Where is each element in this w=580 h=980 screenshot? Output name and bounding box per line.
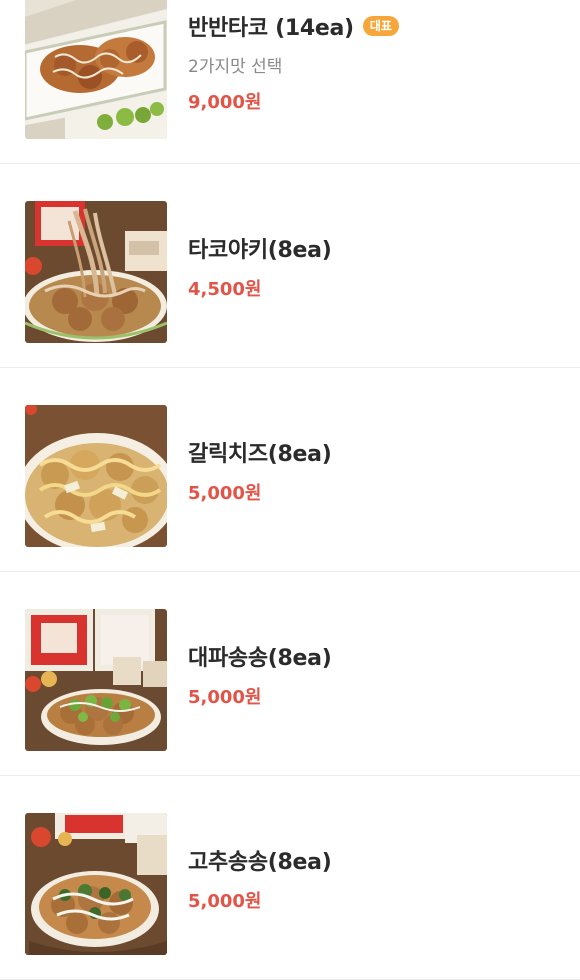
menu-list: 반반타코 (14ea) 대표 2가지맛 선택 9,000원 타코야키(8ea) …	[0, 0, 580, 980]
menu-item-info: 대파송송(8ea) 5,000원	[188, 572, 560, 776]
signature-badge: 대표	[362, 16, 399, 36]
menu-item-name-row: 반반타코 (14ea) 대표	[188, 10, 560, 42]
menu-item-name-row: 갈릭치즈(8ea)	[188, 436, 560, 468]
menu-item-price: 4,500원	[188, 278, 262, 300]
menu-item-name-row: 고추송송(8ea)	[188, 844, 560, 876]
menu-item-bantaco[interactable]: 반반타코 (14ea) 대표 2가지맛 선택 9,000원	[0, 0, 580, 164]
menu-item-info: 반반타코 (14ea) 대표 2가지맛 선택 9,000원	[188, 0, 560, 164]
menu-item-chili[interactable]: 고추송송(8ea) 5,000원	[0, 776, 580, 980]
menu-item-takoyaki[interactable]: 타코야키(8ea) 4,500원	[0, 164, 580, 368]
menu-item-info: 갈릭치즈(8ea) 5,000원	[188, 368, 560, 572]
green-onion-takoyaki-photo	[25, 609, 167, 751]
menu-item-name: 반반타코 (14ea)	[188, 16, 354, 41]
chili-takoyaki-photo	[25, 813, 167, 955]
menu-item-name-row: 대파송송(8ea)	[188, 640, 560, 672]
menu-item-price: 5,000원	[188, 482, 262, 504]
menu-item-info: 고추송송(8ea) 5,000원	[188, 776, 560, 980]
menu-item-price: 5,000원	[188, 686, 262, 708]
takoyaki-half-and-half-photo	[25, 0, 167, 139]
menu-item-name-row: 타코야키(8ea)	[188, 232, 560, 264]
menu-item-name: 대파송송(8ea)	[188, 645, 332, 671]
garlic-cheese-takoyaki-photo	[25, 405, 167, 547]
menu-item-garlic-cheese[interactable]: 갈릭치즈(8ea) 5,000원	[0, 368, 580, 572]
menu-item-price: 9,000원	[188, 92, 262, 113]
menu-item-description: 2가지맛 선택	[188, 57, 283, 77]
menu-item-green-onion[interactable]: 대파송송(8ea) 5,000원	[0, 572, 580, 776]
menu-item-price: 5,000원	[188, 890, 262, 912]
menu-item-name: 갈릭치즈(8ea)	[188, 441, 332, 467]
menu-item-name: 타코야키(8ea)	[188, 237, 332, 263]
menu-item-info: 타코야키(8ea) 4,500원	[188, 164, 560, 368]
menu-item-name: 고추송송(8ea)	[188, 849, 332, 875]
takoyaki-bonito-flakes-photo	[25, 201, 167, 343]
